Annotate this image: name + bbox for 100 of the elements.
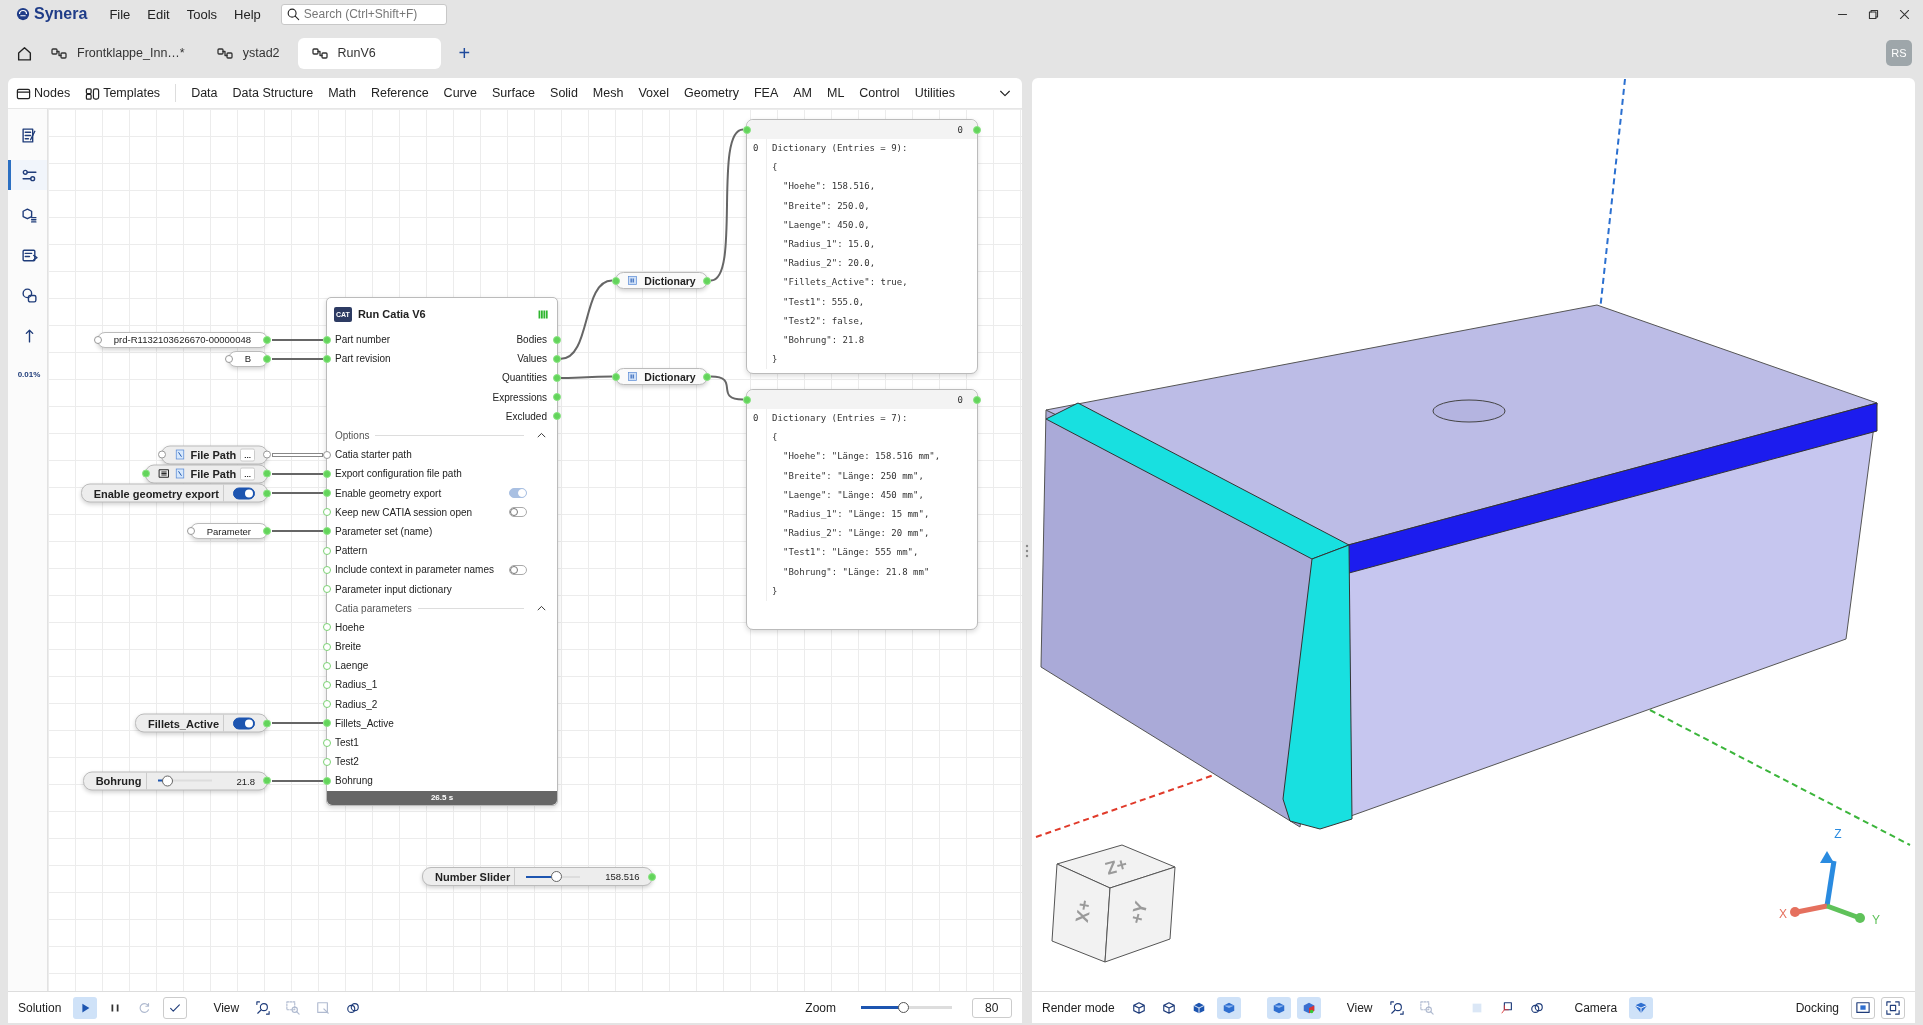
- document-tab[interactable]: ystad2: [202, 37, 294, 69]
- toggle-node[interactable]: Enable geometry export: [80, 483, 268, 503]
- input-port[interactable]: [323, 680, 331, 689]
- input-port[interactable]: [323, 469, 331, 478]
- drag-handle-icon[interactable]: [1025, 543, 1029, 558]
- home-icon[interactable]: [16, 44, 33, 62]
- list-icon[interactable]: [158, 467, 171, 480]
- input-port[interactable]: [323, 489, 331, 498]
- output-port[interactable]: [553, 335, 561, 344]
- shaded-cube-button[interactable]: [1266, 996, 1291, 1019]
- dictionary-node[interactable]: Dictionary: [615, 272, 708, 289]
- slider-thumb[interactable]: [551, 871, 563, 882]
- sidebar-item[interactable]: 0.01%: [8, 360, 47, 390]
- document-tab[interactable]: RunV6: [297, 37, 441, 69]
- input-port[interactable]: [224, 354, 233, 363]
- toolbar-button[interactable]: Templates: [85, 85, 161, 101]
- close-icon[interactable]: [1898, 7, 1911, 21]
- input-port[interactable]: [142, 469, 151, 478]
- value-node[interactable]: prd-R1132103626670-00000048: [96, 331, 268, 348]
- output-port[interactable]: [647, 872, 656, 881]
- output-port[interactable]: [263, 354, 271, 363]
- toggle-switch[interactable]: [509, 564, 527, 575]
- toggle-switch[interactable]: [509, 507, 527, 518]
- category-tab[interactable]: Data: [191, 86, 218, 100]
- menu-item[interactable]: Tools: [186, 6, 218, 22]
- dictionary-node[interactable]: Dictionary: [615, 368, 708, 385]
- file-path-node[interactable]: File Path ...: [145, 464, 268, 484]
- category-tab[interactable]: ML: [826, 86, 845, 100]
- input-port[interactable]: [158, 450, 167, 459]
- category-tab[interactable]: Data Structure: [232, 86, 314, 100]
- toolbar-button[interactable]: Nodes: [16, 85, 71, 101]
- value-node[interactable]: B: [227, 350, 268, 367]
- input-port[interactable]: [323, 508, 331, 517]
- category-tab[interactable]: Reference: [370, 86, 429, 100]
- input-port[interactable]: [323, 757, 331, 766]
- value-node[interactable]: Parameter: [189, 523, 268, 540]
- input-port[interactable]: [323, 335, 331, 344]
- input-port[interactable]: [93, 335, 102, 344]
- category-tab[interactable]: AM: [793, 86, 812, 100]
- menu-item[interactable]: Edit: [147, 6, 170, 22]
- browse-button[interactable]: ...: [240, 467, 255, 481]
- input-port[interactable]: [323, 719, 331, 728]
- toggle-switch[interactable]: [233, 717, 255, 730]
- category-tab[interactable]: Voxel: [638, 86, 669, 100]
- input-port[interactable]: [743, 125, 751, 134]
- input-port[interactable]: [743, 395, 751, 404]
- output-port[interactable]: [553, 393, 561, 402]
- output-port[interactable]: [973, 395, 981, 404]
- input-port[interactable]: [323, 585, 331, 594]
- play-button[interactable]: [73, 996, 98, 1019]
- input-port[interactable]: [323, 565, 331, 574]
- category-tab[interactable]: Utilities: [914, 86, 955, 100]
- output-panel[interactable]: 0 0 Dictionary (Entries = 9): { "Hoehe": 158.516, "Breite": 250.0, "Laenge": 450.0, "Radius_1": 15.0, "Radius_2": 20.0, "Fillets_Active": true, "Test1": 555.0, "Test2": false, "Bohrung": 21.8 }: [746, 119, 978, 374]
- category-tab[interactable]: Solid: [550, 86, 578, 100]
- category-tab[interactable]: Surface: [491, 86, 536, 100]
- output-port[interactable]: [973, 125, 981, 134]
- slider-node[interactable]: Bohrung 21.8: [82, 771, 268, 791]
- input-port[interactable]: [323, 546, 331, 555]
- output-port[interactable]: [553, 412, 561, 421]
- document-tab[interactable]: Frontklappe_Inn…*: [37, 37, 199, 69]
- output-port[interactable]: [263, 450, 271, 459]
- input-port[interactable]: [323, 738, 331, 747]
- slider-node[interactable]: Number Slider 158.516: [422, 867, 653, 886]
- shaded-cube-button[interactable]: [1216, 996, 1241, 1019]
- sidebar-item[interactable]: [8, 160, 47, 190]
- color-cube-button[interactable]: [1296, 996, 1321, 1019]
- fullscreen-button[interactable]: [1881, 996, 1905, 1019]
- category-tab[interactable]: Control: [859, 86, 900, 100]
- output-port[interactable]: [263, 489, 271, 498]
- check-button[interactable]: [163, 996, 188, 1019]
- input-port[interactable]: [186, 527, 195, 536]
- input-port[interactable]: [612, 372, 620, 381]
- category-tab[interactable]: Mesh: [592, 86, 624, 100]
- input-port[interactable]: [612, 276, 620, 285]
- toggle-switch[interactable]: [233, 487, 255, 500]
- search-field[interactable]: Search (Ctrl+Shift+F): [280, 3, 447, 25]
- menu-item[interactable]: File: [109, 6, 131, 22]
- camera-view-button[interactable]: [1629, 996, 1654, 1019]
- output-port[interactable]: [703, 276, 711, 285]
- slider-thumb[interactable]: [161, 775, 173, 787]
- file-path-node[interactable]: File Path ...: [161, 445, 268, 465]
- output-panel[interactable]: [746, 389, 978, 630]
- add-tab-button[interactable]: +: [450, 41, 479, 65]
- input-port[interactable]: [323, 700, 331, 709]
- browse-button[interactable]: ...: [240, 448, 255, 462]
- input-port[interactable]: [323, 642, 331, 651]
- output-port[interactable]: [263, 527, 271, 536]
- zoom-field[interactable]: 80: [972, 997, 1012, 1018]
- category-tab[interactable]: Math: [328, 86, 356, 100]
- restore-icon[interactable]: [1867, 7, 1880, 21]
- category-tab[interactable]: Geometry: [684, 86, 739, 100]
- dock-button[interactable]: [1851, 996, 1875, 1019]
- menu-item[interactable]: Help: [234, 6, 261, 22]
- output-port[interactable]: [263, 469, 271, 478]
- output-port[interactable]: [553, 373, 561, 382]
- output-port[interactable]: [553, 354, 561, 363]
- input-port[interactable]: [323, 354, 331, 363]
- output-port[interactable]: [703, 372, 711, 381]
- slider-thumb[interactable]: [897, 1002, 909, 1013]
- input-port[interactable]: [323, 661, 331, 670]
